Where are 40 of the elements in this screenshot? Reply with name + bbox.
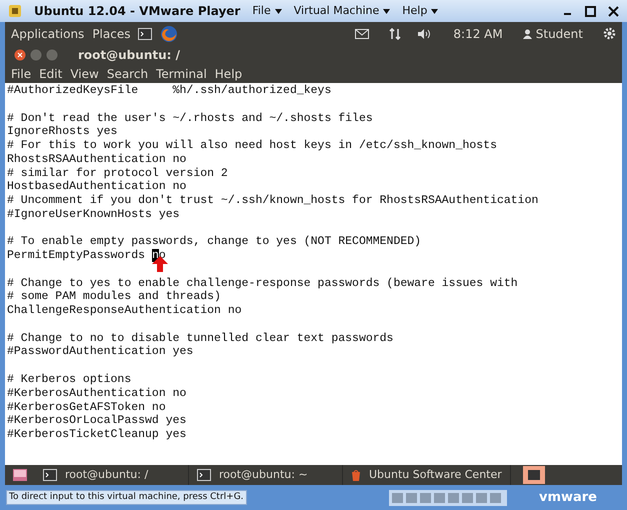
code-line: # To enable empty passwords, change to yes (NOT RECOMMENDED) [7, 235, 422, 248]
clock[interactable]: 8:12 AM [453, 24, 503, 42]
code-line: # similar for protocol version 2 [7, 166, 228, 180]
menu-item[interactable]: Search [106, 65, 148, 83]
code-line: # Don't read the user's ~/.rhosts and ~/.shosts files [7, 112, 373, 125]
taskbar-button[interactable]: Ubuntu Software Center [343, 465, 511, 485]
panel-menu[interactable]: Places [92, 24, 130, 42]
user-menu[interactable]: Student [522, 24, 583, 42]
code-line: #KerberosOrLocalPasswd yes [7, 414, 186, 428]
code-line: RhostsRSAAuthentication no [7, 152, 186, 166]
code-line: #KerberosAuthentication no [7, 386, 186, 400]
code-line: IgnoreRhosts yes [7, 125, 118, 138]
taskbar-button[interactable]: root@ubuntu: / [35, 465, 189, 485]
code-line: HostbasedAuthentication no [7, 180, 186, 194]
code-line: ChallengeResponseAuthentication no [7, 304, 242, 318]
code-line: # Change to no to disable tunnelled clear text passwords [7, 332, 394, 345]
panel-menu[interactable]: Applications [11, 24, 84, 42]
menu-item[interactable]: File [11, 65, 32, 83]
taskbar-button[interactable]: root@ubuntu: ~ [189, 465, 343, 485]
menu-button[interactable]: Help [402, 2, 438, 20]
code-line: #PasswordAuthentication yes [7, 345, 194, 358]
code-line: #AuthorizedKeysFile %h/.ssh/authorized_keys [7, 84, 332, 97]
window-title: Ubuntu 12.04 - VMware Player [34, 3, 240, 20]
code-line: #KerberosTicketCleanup yes [7, 428, 186, 442]
terminal-title: root@ubuntu: / [78, 47, 180, 64]
code-line: # Kerberos options [7, 373, 132, 386]
code-line: # Change to yes to enable challenge-response passwords (beware issues with [7, 276, 518, 290]
menu-button[interactable]: Virtual Machine [294, 2, 390, 20]
menu-item[interactable]: Help [214, 65, 242, 83]
code-line: # For this to work you will also need host keys in /etc/ssh_known_hosts [7, 139, 497, 152]
status-hint: To direct input to this virtual machine, press Ctrl+G. [6, 490, 247, 506]
menu-item[interactable]: Terminal [156, 65, 207, 83]
menu-item[interactable]: Edit [39, 65, 62, 83]
code-line: #IgnoreUserKnownHosts yes [7, 208, 180, 221]
menu-item[interactable]: View [70, 65, 99, 83]
code-line: #KerberosGetAFSToken no [7, 400, 166, 414]
code-line: # some PAM modules and threads) [7, 290, 221, 304]
vmware-logo: vmware [538, 488, 597, 507]
code-line: # Uncomment if you don't trust ~/.ssh/known_hosts for RhostsRSAAuthentication [7, 194, 538, 208]
menu-button[interactable]: File [252, 2, 282, 20]
